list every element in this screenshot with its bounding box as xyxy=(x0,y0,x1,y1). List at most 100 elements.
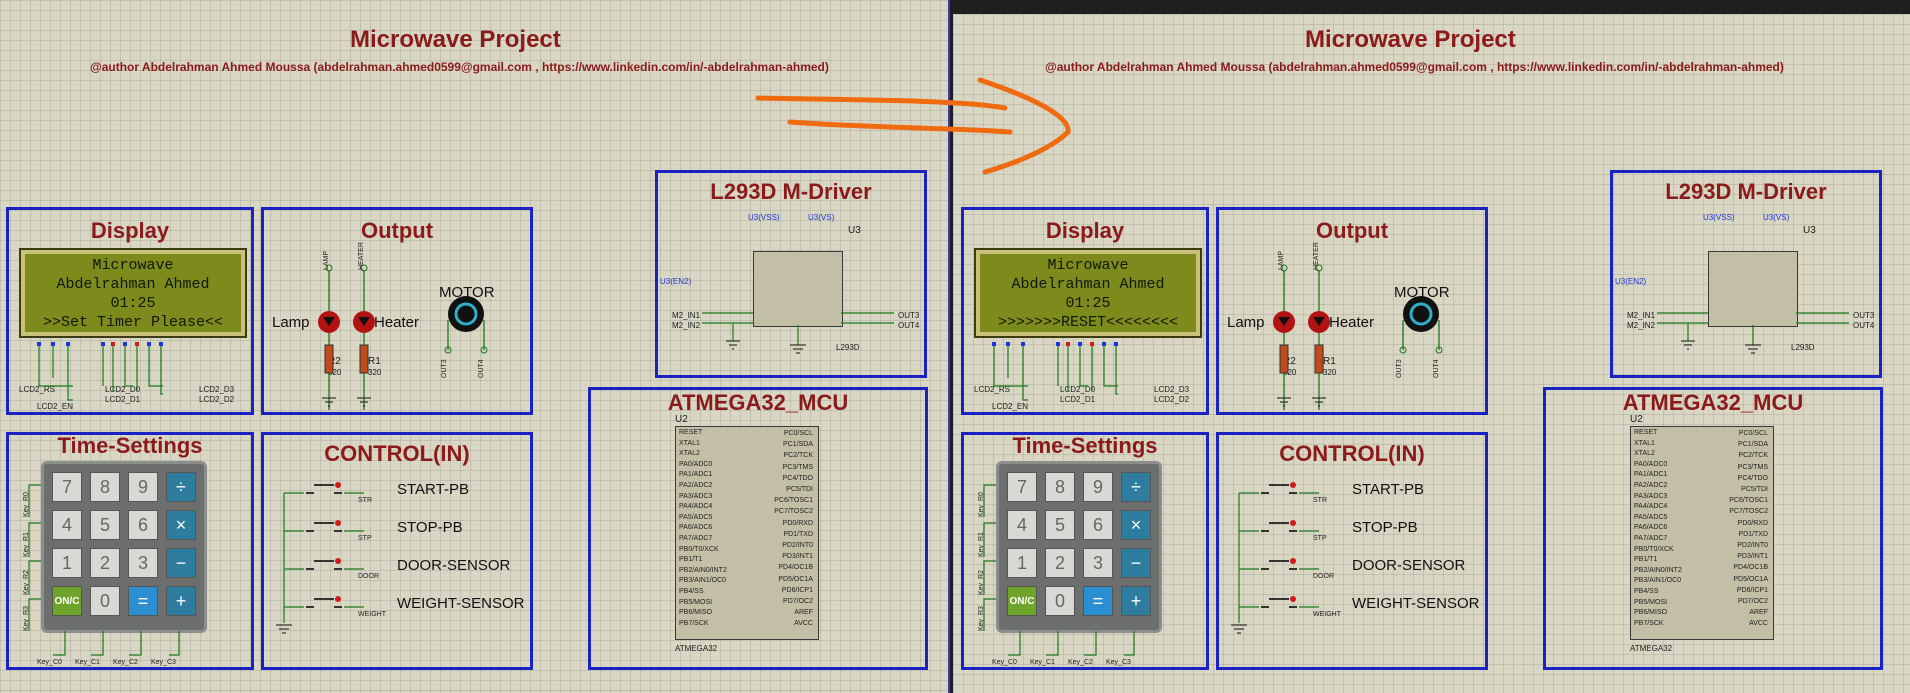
switch-knob xyxy=(335,596,341,602)
lcd-pin xyxy=(1102,342,1106,346)
motor-body xyxy=(1403,296,1439,332)
mcu-right-pin: PC6/TOSC1 xyxy=(1729,497,1768,505)
keypad-wire xyxy=(129,631,142,656)
mcu-right-pin: PD2/INT0 xyxy=(1737,542,1768,550)
ground-symbol xyxy=(276,624,292,634)
mcu-right-pin: AVCC xyxy=(794,620,813,628)
driver-section: L293D M-Driver U3 L293D U3(VSS) U3(VS) U… xyxy=(1610,170,1882,378)
display-title: Display xyxy=(1045,218,1125,243)
driver-wires xyxy=(1657,312,1849,354)
author-line: @author Abdelrahman Ahmed Moussa (abdelr… xyxy=(90,60,829,74)
mcu-right-pin: PC7/TOSC2 xyxy=(1729,508,1768,516)
mcu-left-pin: PB7/SCK xyxy=(1634,619,1664,627)
lcd-screen: Microwave Abdelrahman Ahmed 01:25 >>Set … xyxy=(19,248,247,338)
keypad-wire xyxy=(28,484,41,517)
mcu-right-pin: PD1/TXD xyxy=(1738,530,1768,538)
lcd-line-3: 01:25 xyxy=(1065,295,1111,312)
out3-ref: OUT3 xyxy=(1396,359,1403,378)
mcu-right-pin: PD0/RXD xyxy=(782,519,813,527)
mcu-right-pin: PC0/SCL xyxy=(783,430,813,437)
control-switches xyxy=(276,482,364,634)
lcd-wire xyxy=(160,346,163,395)
schematic-content: Microwave Project @author Abdelrahman Ah… xyxy=(0,0,950,693)
mcu-right-pin: PC1/SDA xyxy=(1738,441,1768,449)
mcu-left-pin: PA0/ADC0 xyxy=(1634,460,1668,468)
mcu-right-pin: PD6/ICP1 xyxy=(781,586,813,594)
screenshot-stage: Microwave Project @author Abdelrahman Ah… xyxy=(0,0,1910,693)
lcd-pin xyxy=(101,342,105,346)
mcu-left-pin: PB6/MISO xyxy=(1634,609,1668,617)
mcu-right-pin: AVCC xyxy=(1749,620,1768,628)
switch-knob xyxy=(1290,596,1296,602)
mcu-title: ATMEGA32_MCU xyxy=(667,390,849,415)
switch-knob xyxy=(335,558,341,564)
mcu-right-pins: PC0/SCL PC1/SDA PC2/TCK PC3/TMS PC4/TDO PC5/T… xyxy=(751,428,813,630)
mcu-right-pin: PD5/OC1A xyxy=(1733,575,1768,583)
mcu-right-pin: PC5/TDI xyxy=(786,486,813,494)
mcu-left-pin: PA5/ADC5 xyxy=(679,513,713,521)
mcu-right-pin: PD3/INT1 xyxy=(1737,553,1768,561)
mcu-left-pin: PB2/AIN0/INT2 xyxy=(1634,566,1682,574)
mcu-right-pin: PC0/SCL xyxy=(1738,430,1768,437)
resistor-r2 xyxy=(1279,344,1289,374)
mcu-right-pin: PD1/TXD xyxy=(783,530,813,538)
keypad-wire xyxy=(1008,631,1021,656)
mcu-right-pin: AREF xyxy=(794,609,813,617)
motor-body xyxy=(448,296,484,332)
mcu-right-pin: PC3/TMS xyxy=(1737,463,1768,471)
mcu-ref: U2 xyxy=(675,414,688,425)
lcd-pin xyxy=(51,342,55,346)
lcd-pin xyxy=(37,342,41,346)
mcu-right-pin: PD7/OC2 xyxy=(1738,598,1768,606)
lamp-ref: LAMP xyxy=(1278,250,1285,270)
lcd-pin-wires xyxy=(992,342,1118,401)
mcu-right-pin: AREF xyxy=(1749,609,1768,617)
out4-ref: OUT4 xyxy=(478,359,485,378)
mcu-left-pin: PA0/ADC0 xyxy=(679,460,713,468)
ground-symbol xyxy=(790,344,806,354)
display-section: Display Microwave Abdelrahman Ahmed 01:2… xyxy=(961,207,1209,415)
resistor-r1 xyxy=(1314,344,1324,374)
control-switches xyxy=(1231,482,1319,634)
keypad-wire xyxy=(91,631,104,656)
pane-border xyxy=(948,0,950,693)
mcu-part: ATMEGA32 xyxy=(675,644,718,653)
mcu-left-pin: XTAL2 xyxy=(679,450,700,458)
mcu-right-pin: PD7/OC2 xyxy=(783,598,813,606)
keypad-wires xyxy=(983,484,1135,656)
lcd-pin xyxy=(1056,342,1060,346)
lcd-pin xyxy=(1090,342,1094,346)
output-circuit xyxy=(318,264,488,410)
lcd-pin xyxy=(992,342,996,346)
out3-ref: OUT3 xyxy=(441,359,448,378)
ground-symbol xyxy=(1681,340,1695,350)
mcu-right-pins: PC0/SCL PC1/SDA PC2/TCK PC3/TMS PC4/TDO PC5/T… xyxy=(1706,428,1768,630)
keypad-wire xyxy=(169,631,180,656)
keypad-wire xyxy=(28,522,41,557)
keypad-wire xyxy=(28,598,41,631)
lcd-screen: Microwave Abdelrahman Ahmed 01:25 >>>>>>… xyxy=(974,248,1202,338)
schematic-after: Microwave Project @author Abdelrahman Ah… xyxy=(953,14,1910,693)
heater-ref: HEATER xyxy=(1313,242,1320,270)
mcu-left-pin: PB3/AIN1/OC0 xyxy=(679,577,727,585)
heater-ref: HEATER xyxy=(358,242,365,270)
mcu-left-pin: PB4/SS xyxy=(679,587,704,595)
mcu-left-pin: PB1/T1 xyxy=(1634,556,1658,564)
mcu-left-pin: PA3/ADC3 xyxy=(1634,492,1668,500)
mcu-left-pin: PA4/ADC4 xyxy=(679,503,713,511)
lcd-pin xyxy=(159,342,163,346)
mcu-ref: U2 xyxy=(1630,414,1643,425)
out4-ref: OUT4 xyxy=(1433,359,1440,378)
mcu-right-pin: PD6/ICP1 xyxy=(1736,586,1768,594)
mcu-right-pin: PC3/TMS xyxy=(782,463,813,471)
mcu-left-pin: XTAL1 xyxy=(679,439,700,447)
mcu-left-pin: PB0/T0/XCK xyxy=(1634,545,1674,553)
lcd-line-4: >>>>>>>RESET<<<<<<<< xyxy=(997,314,1179,331)
mcu-right-pin: PD4/OC1B xyxy=(1733,564,1768,572)
mcu-left-pin: PB5/MOSI xyxy=(679,598,713,606)
lcd-pin xyxy=(1114,342,1118,346)
output-section: Output Lamp Heater MOTOR R2 320 R1 320 L… xyxy=(1216,207,1488,415)
mcu-left-pin: RESET xyxy=(1634,429,1658,436)
mcu-right-pin: PC5/TDI xyxy=(1741,486,1768,494)
keypad-wire xyxy=(28,560,41,595)
